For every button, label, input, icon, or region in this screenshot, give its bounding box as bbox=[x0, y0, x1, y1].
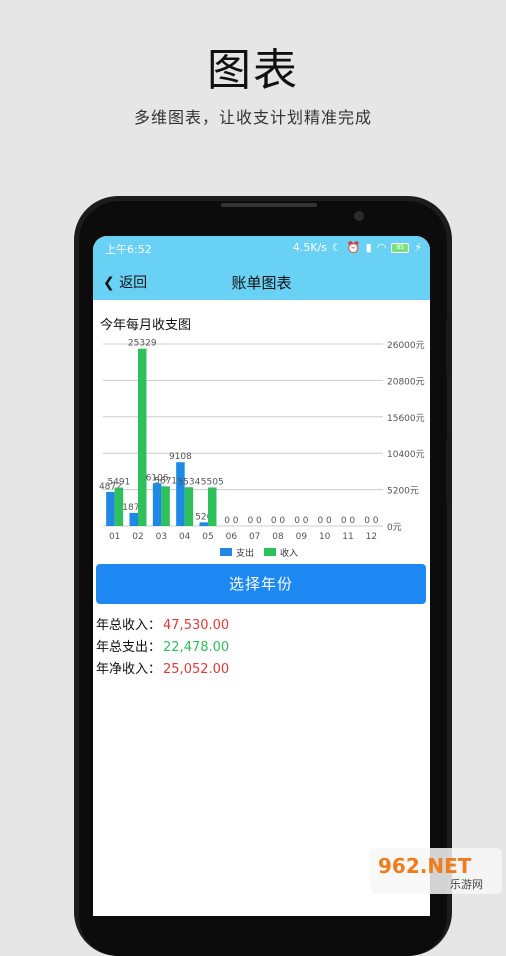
summary-income: 年总收入： 47,530.00 bbox=[96, 614, 229, 633]
bar-expense bbox=[152, 483, 162, 526]
monthly-chart: 0元5200元10400元15600元20800元26000元487254910… bbox=[99, 339, 425, 558]
moon-icon: ☾ bbox=[332, 241, 342, 254]
bar-expense bbox=[129, 512, 138, 526]
bar-income bbox=[161, 486, 170, 526]
x-tick-label: 03 bbox=[156, 532, 167, 542]
data-label: 0 bbox=[271, 516, 277, 526]
front-camera bbox=[354, 211, 364, 221]
legend-swatch bbox=[264, 548, 276, 556]
x-tick-label: 05 bbox=[202, 532, 213, 542]
watermark-logo: 962.NET 乐游网 bbox=[370, 848, 502, 894]
data-label: 0 bbox=[294, 516, 300, 526]
data-label: 0 bbox=[318, 516, 324, 526]
y-tick-label: 5200元 bbox=[387, 487, 419, 497]
data-label: 5671 bbox=[154, 476, 177, 486]
bar-expense bbox=[176, 462, 185, 526]
data-label: 0 bbox=[233, 516, 239, 526]
promo-title: 图表 bbox=[207, 45, 299, 96]
data-label: 0 bbox=[373, 516, 379, 526]
data-label: 0 bbox=[364, 516, 370, 526]
page-title: 账单图表 bbox=[231, 274, 292, 292]
y-tick-label: 26000元 bbox=[387, 341, 425, 351]
nav-bar: ❮ 返回 账单图表 bbox=[93, 260, 430, 300]
expense-label: 年总支出： bbox=[96, 640, 162, 655]
alarm-icon: ⏰ bbox=[346, 241, 361, 254]
watermark-brand: 962.NET bbox=[378, 854, 472, 878]
legend-swatch bbox=[220, 548, 232, 556]
volume-button bbox=[446, 318, 452, 374]
data-label: 0 bbox=[341, 516, 347, 526]
data-label: 0 bbox=[248, 516, 254, 526]
x-tick-label: 02 bbox=[132, 532, 143, 542]
x-tick-label: 12 bbox=[366, 532, 377, 542]
bar-income bbox=[138, 348, 147, 526]
data-label: 5491 bbox=[107, 478, 130, 488]
bar-income bbox=[184, 487, 194, 526]
data-label: 0 bbox=[303, 516, 309, 526]
data-label: 0 bbox=[256, 516, 262, 526]
data-label: 5534 bbox=[177, 477, 200, 487]
network-speed: 4.5K/s bbox=[292, 241, 328, 254]
legend-label: 收入 bbox=[280, 547, 298, 558]
y-tick-label: 0元 bbox=[387, 523, 402, 533]
data-label: 0 bbox=[349, 516, 355, 526]
wifi-icon: ◠ bbox=[376, 241, 387, 254]
net-label: 年净收入： bbox=[96, 662, 162, 677]
x-tick-label: 09 bbox=[296, 532, 308, 542]
status-time: 上午6:52 bbox=[105, 243, 152, 256]
income-label: 年总收入： bbox=[96, 618, 162, 633]
data-label: 0 bbox=[326, 516, 332, 526]
watermark-sub: 乐游网 bbox=[450, 878, 483, 891]
legend-label: 支出 bbox=[236, 547, 254, 558]
summary-net: 年净收入： 25,052.00 bbox=[96, 658, 229, 677]
y-tick-label: 20800元 bbox=[387, 377, 425, 387]
data-label: 9108 bbox=[169, 452, 192, 462]
x-tick-label: 11 bbox=[342, 532, 353, 542]
y-tick-label: 15600元 bbox=[387, 414, 425, 424]
select-year-button[interactable]: 选择年份 bbox=[96, 564, 426, 604]
chart-title: 今年每月收支图 bbox=[100, 318, 192, 333]
data-label: 5505 bbox=[201, 477, 224, 487]
summary-expense: 年总支出： 22,478.00 bbox=[96, 636, 229, 655]
speaker-grille bbox=[221, 203, 317, 207]
x-tick-label: 07 bbox=[249, 532, 260, 542]
status-icons: 4.5K/s ☾ ⏰ ▮ ◠ 85 ⚡ bbox=[293, 241, 422, 254]
x-tick-label: 08 bbox=[272, 532, 284, 542]
bar-income bbox=[208, 487, 217, 526]
bar-expense bbox=[106, 491, 115, 526]
data-label: 0 bbox=[224, 516, 230, 526]
x-tick-label: 04 bbox=[179, 532, 191, 542]
data-label: 25329 bbox=[128, 339, 157, 349]
status-bar: 上午6:52 4.5K/s ☾ ⏰ ▮ ◠ 85 ⚡ bbox=[93, 236, 430, 260]
charging-icon: ⚡ bbox=[414, 241, 422, 254]
x-tick-label: 06 bbox=[226, 532, 238, 542]
signal-icon: ▮ bbox=[365, 241, 372, 254]
power-button bbox=[446, 438, 452, 502]
expense-value: 22,478.00 bbox=[163, 640, 230, 655]
y-tick-label: 10400元 bbox=[387, 450, 425, 460]
income-value: 47,530.00 bbox=[163, 618, 230, 633]
battery-icon: 85 bbox=[391, 242, 410, 253]
net-value: 25,052.00 bbox=[163, 662, 230, 677]
x-tick-label: 01 bbox=[109, 532, 120, 542]
x-tick-label: 10 bbox=[319, 532, 331, 542]
bar-expense bbox=[199, 522, 208, 526]
data-label: 0 bbox=[279, 516, 285, 526]
promo-subtitle: 多维图表，让收支计划精准完成 bbox=[133, 108, 372, 127]
app-screen: 上午6:52 4.5K/s ☾ ⏰ ▮ ◠ 85 ⚡ ❮ 返回 账单图表 今年每… bbox=[93, 236, 430, 916]
